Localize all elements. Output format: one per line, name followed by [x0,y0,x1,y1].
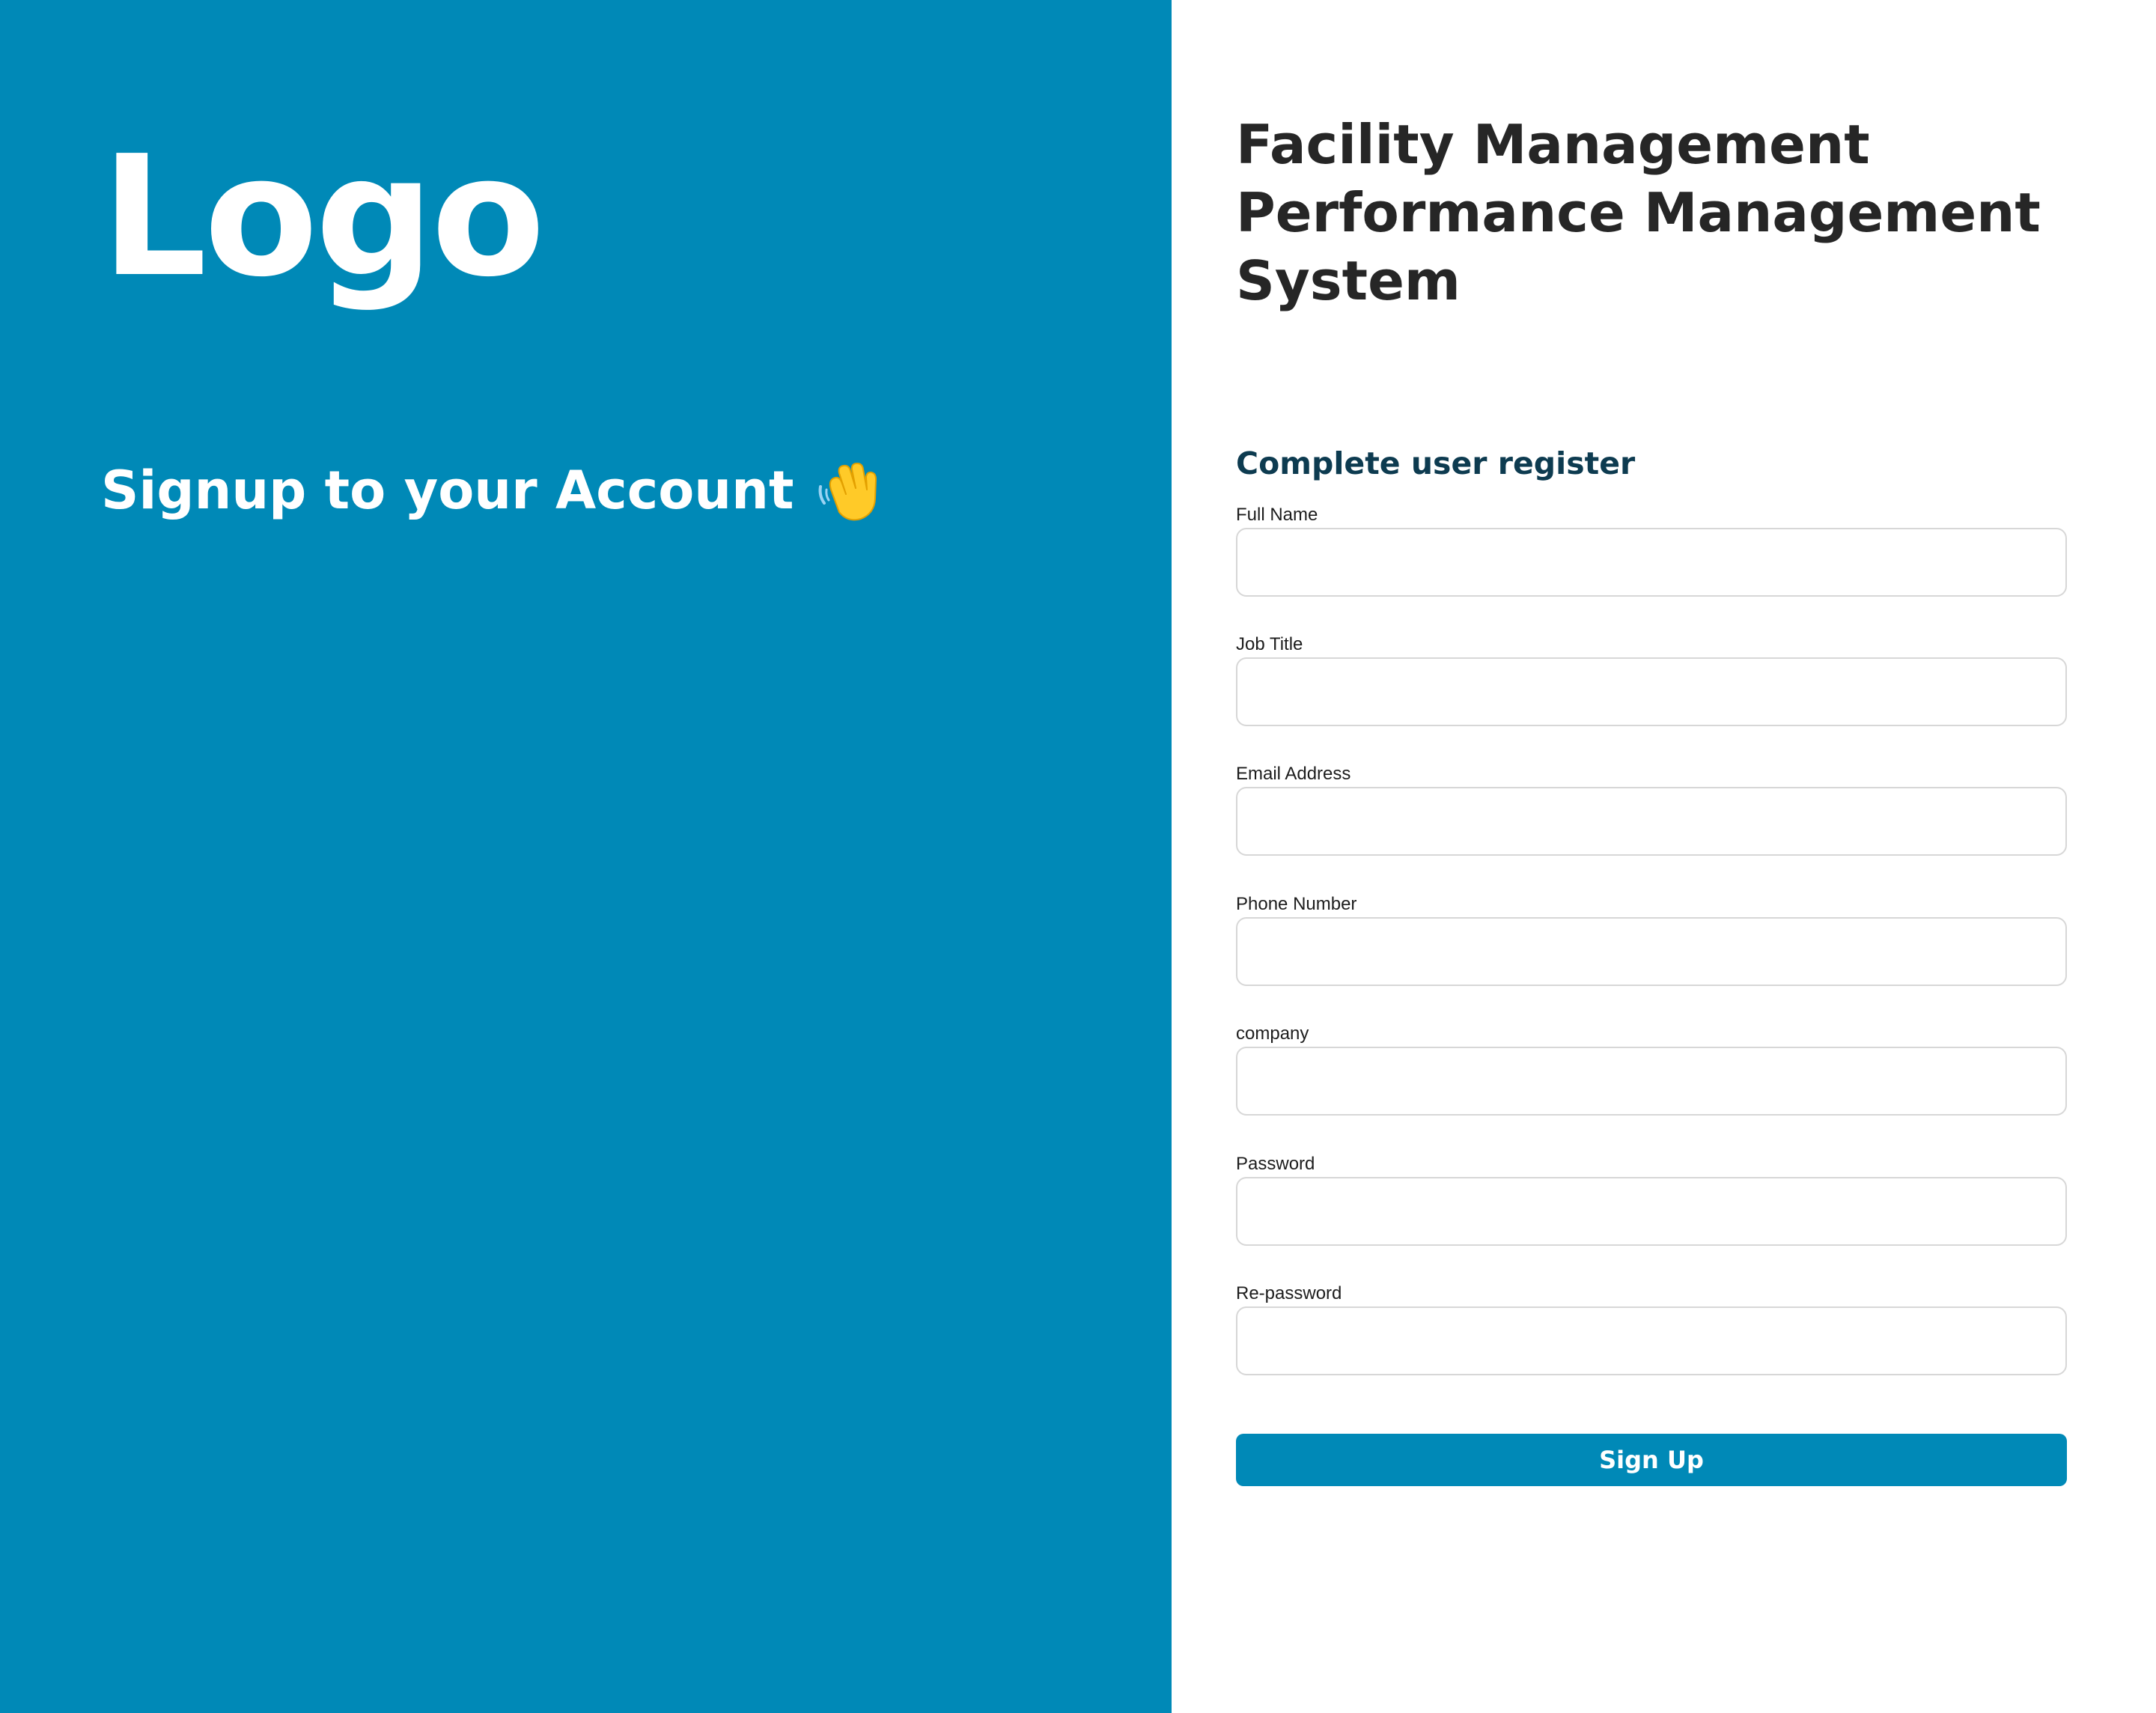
phone-label: Phone Number [1236,894,1357,914]
company-field-group: company [1236,1023,2067,1116]
welcome-text: Signup to your Account [101,460,794,521]
full-name-label: Full Name [1236,505,1318,525]
re-password-label: Re-password [1236,1283,1342,1303]
signup-form: Complete user register Full Name Job Tit… [1236,442,2067,1486]
app-title: Facility Management Performance Manageme… [1236,113,2041,312]
re-password-input[interactable] [1236,1306,2067,1375]
password-input[interactable] [1236,1177,2067,1246]
password-label: Password [1236,1154,1315,1174]
sign-up-button[interactable]: Sign Up [1236,1434,2067,1486]
form-panel: Facility Management Performance Manageme… [1172,0,2156,1713]
email-label: Email Address [1236,764,1351,784]
re-password-field-group: Re-password [1236,1283,2067,1375]
form-heading: Complete user register [1236,445,1636,481]
waving-hand-icon [814,457,882,524]
welcome-heading: Signup to your Account [101,449,882,532]
job-title-input[interactable] [1236,657,2067,726]
full-name-field-group: Full Name [1236,504,2067,597]
password-field-group: Password [1236,1153,2067,1246]
job-title-field-group: Job Title [1236,633,2067,726]
full-name-input[interactable] [1236,528,2067,597]
email-field-group: Email Address [1236,763,2067,856]
job-title-label: Job Title [1236,634,1303,654]
phone-field-group: Phone Number [1236,893,2067,986]
brand-panel: Logo Signup to your Account [0,0,1172,1713]
phone-input[interactable] [1236,917,2067,986]
company-input[interactable] [1236,1047,2067,1116]
logo: Logo [101,121,545,314]
company-label: company [1236,1023,1309,1044]
email-input[interactable] [1236,787,2067,856]
